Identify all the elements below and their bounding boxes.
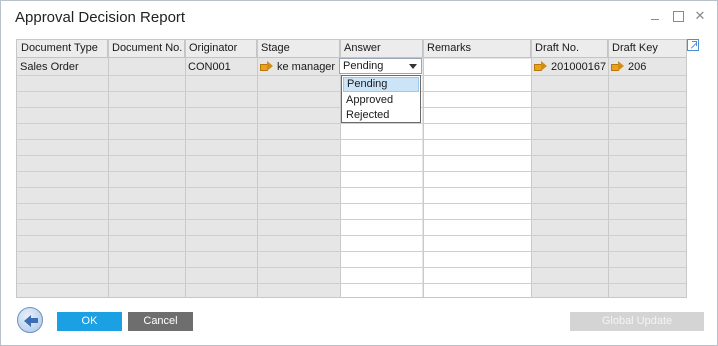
dropdown-option-pending[interactable]: Pending xyxy=(343,77,419,92)
back-arrow-icon[interactable] xyxy=(17,307,43,333)
column-header-document-type[interactable]: Document Type xyxy=(17,40,108,58)
column-header-answer[interactable]: Answer xyxy=(340,40,423,58)
row-divider xyxy=(17,155,686,156)
answer-select-value: Pending xyxy=(343,60,384,72)
row-divider xyxy=(17,123,686,124)
cell-draft-no[interactable]: 201000167 xyxy=(531,59,608,75)
link-arrow-icon[interactable] xyxy=(611,61,624,71)
answer-dropdown-list: Pending Approved Rejected xyxy=(341,75,421,123)
window-title: Approval Decision Report xyxy=(15,9,186,26)
grid-divider xyxy=(108,40,109,297)
grid-divider xyxy=(257,40,258,297)
row-divider xyxy=(17,251,686,252)
row-divider xyxy=(17,187,686,188)
grid-divider xyxy=(608,40,609,297)
row-divider xyxy=(17,139,686,140)
answer-select[interactable]: Pending xyxy=(339,58,422,74)
link-arrow-icon[interactable] xyxy=(534,61,547,71)
cell-document-type[interactable]: Sales Order xyxy=(17,59,108,75)
row-divider xyxy=(17,203,686,204)
approval-decision-window: Approval Decision Report ✕ Document Type… xyxy=(0,0,718,346)
cell-stage-value: ke manager xyxy=(277,61,336,73)
column-header-remarks[interactable]: Remarks xyxy=(423,40,531,58)
grid-divider xyxy=(185,40,186,297)
row-divider xyxy=(17,219,686,220)
column-header-draft-key[interactable]: Draft Key xyxy=(608,40,686,58)
grid-divider xyxy=(423,40,424,297)
column-header-draft-no[interactable]: Draft No. xyxy=(531,40,608,58)
title-bar: Approval Decision Report ✕ xyxy=(1,1,717,35)
maximize-icon[interactable] xyxy=(671,9,685,23)
grid-header: Document Type Document No. Originator St… xyxy=(17,40,686,58)
minimize-icon[interactable] xyxy=(649,9,663,23)
ok-button[interactable]: OK xyxy=(57,312,122,331)
row-divider xyxy=(17,171,686,172)
cell-remarks[interactable] xyxy=(423,59,531,75)
link-arrow-icon[interactable] xyxy=(260,61,273,71)
remarks-column-bg xyxy=(423,59,531,297)
cell-draft-key-value: 206 xyxy=(628,61,647,73)
dropdown-option-rejected[interactable]: Rejected xyxy=(343,108,419,123)
row-divider xyxy=(17,267,686,268)
dropdown-option-approved[interactable]: Approved xyxy=(343,93,419,108)
column-header-originator[interactable]: Originator xyxy=(185,40,257,58)
row-divider xyxy=(17,283,686,284)
cell-document-no[interactable] xyxy=(108,59,185,75)
row-divider xyxy=(17,235,686,236)
cell-draft-key[interactable]: 206 xyxy=(608,59,686,75)
close-icon[interactable]: ✕ xyxy=(693,9,707,23)
column-header-stage[interactable]: Stage xyxy=(257,40,340,58)
grid-divider xyxy=(531,40,532,297)
cancel-button[interactable]: Cancel xyxy=(128,312,193,331)
cell-draft-no-value: 201000167 xyxy=(551,61,607,73)
global-update-button[interactable]: Global Update xyxy=(570,312,704,331)
chevron-down-icon[interactable] xyxy=(409,64,417,69)
cell-originator[interactable]: CON001 xyxy=(185,59,257,75)
expand-form-icon[interactable] xyxy=(687,39,699,51)
column-header-document-no[interactable]: Document No. xyxy=(108,40,185,58)
cell-stage[interactable]: ke manager xyxy=(257,59,340,75)
